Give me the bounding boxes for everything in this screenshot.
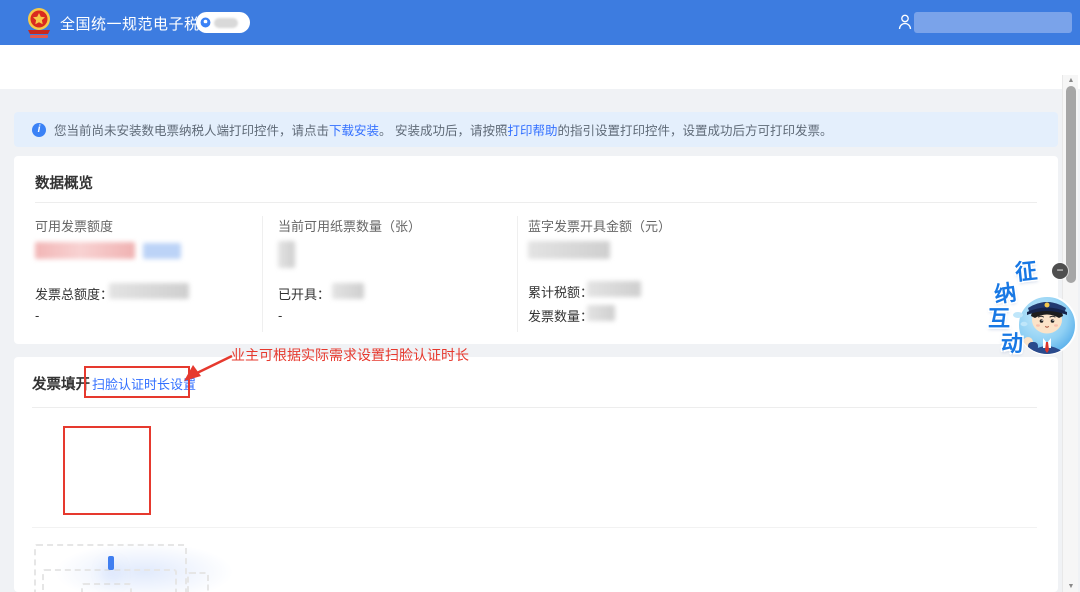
- invoice-fill-card: 发票填开 扫脸认证时长设置: [14, 357, 1058, 592]
- quota-unit-redacted: [143, 243, 181, 259]
- invoice-fill-title: 发票填开: [32, 377, 90, 393]
- username-redacted[interactable]: [914, 12, 1072, 33]
- quota-dash: -: [35, 308, 40, 323]
- data-overview-card: 数据概览 可用发票额度 发票总额度： - 当前可用纸票数量（张） 已开具： - …: [14, 156, 1058, 344]
- banner-text-after: 的指引设置打印控件，设置成功后方可打印发票。: [557, 124, 833, 138]
- location-pin-icon: [200, 17, 211, 28]
- app-header: 全国统一规范电子税务局: [0, 0, 1080, 45]
- location-redacted-value: [214, 17, 238, 28]
- issued-value-redacted: [332, 283, 364, 299]
- issued-label: 已开具：: [278, 287, 331, 302]
- info-icon: i: [32, 122, 46, 137]
- tax-bureau-logo-icon: [28, 8, 50, 38]
- download-install-link[interactable]: 下载安装: [329, 124, 379, 138]
- annotation-arrow-icon: [184, 354, 233, 381]
- paper-invoice-count-label: 当前可用纸票数量（张）: [278, 219, 422, 234]
- overview-title: 数据概览: [35, 176, 93, 192]
- blue-invoice-amount-label: 蓝字发票开具金额（元）: [528, 219, 672, 234]
- banner-text-middle: 。 安装成功后，请按照: [379, 124, 508, 138]
- loading-skeleton-bar: [108, 556, 114, 570]
- total-tax-value-redacted: [587, 281, 641, 297]
- print-help-link[interactable]: 打印帮助: [508, 124, 558, 138]
- location-pill[interactable]: [196, 12, 250, 33]
- assistant-collapse-button[interactable]: −: [1052, 263, 1068, 279]
- issued-dash: -: [278, 308, 283, 323]
- total-quota-value-redacted: [109, 283, 189, 299]
- total-quota-label: 发票总额度：: [35, 287, 114, 302]
- user-icon: [898, 14, 912, 30]
- invoice-count-value-redacted: [587, 305, 615, 321]
- assistant-char-zheng: 征: [1013, 257, 1039, 286]
- assistant-char-dong: 动: [1001, 331, 1024, 356]
- scrollbar-down-icon[interactable]: ▼: [1063, 583, 1079, 590]
- loading-skeleton-box: [187, 572, 209, 592]
- paper-count-value-redacted: [278, 241, 295, 268]
- invoice-count-label: 发票数量：: [528, 309, 594, 324]
- total-tax-label: 累计税额：: [528, 285, 594, 300]
- loading-skeleton-box: [81, 583, 132, 592]
- print-control-notice-banner: i 您当前尚未安装数电票纳税人端打印控件，请点击下载安装。 安装成功后，请按照打…: [14, 112, 1058, 147]
- quota-value-redacted: [35, 242, 135, 259]
- annotation-text: 业主可根据实际需求设置扫脸认证时长: [231, 347, 469, 363]
- available-invoice-quota-label: 可用发票额度: [35, 219, 114, 234]
- amount-value-redacted: [528, 241, 610, 259]
- scrollbar-up-icon[interactable]: ▲: [1063, 77, 1079, 84]
- breadcrumb-bar: [0, 45, 1080, 89]
- banner-text-before: 您当前尚未安装数电票纳税人端打印控件，请点击: [54, 124, 330, 138]
